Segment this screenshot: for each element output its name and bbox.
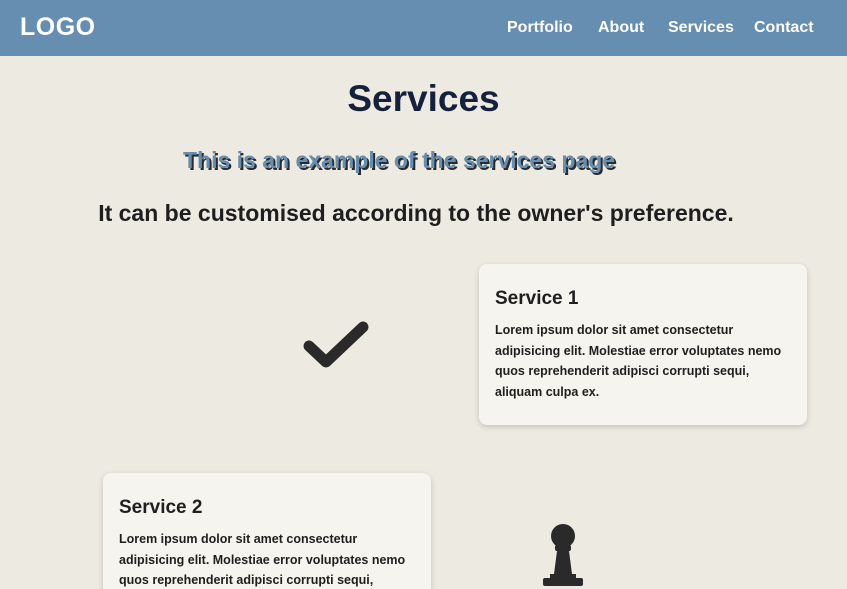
page-title: Services [347,78,500,119]
nav-link-services[interactable]: Services [668,19,734,37]
nav-link-contact[interactable]: Contact [754,19,814,37]
page-tagline: It can be customised according to the ow… [98,200,734,226]
chess-pawn-icon [541,523,585,589]
navbar: LOGO Portfolio About Services Contact [0,0,847,56]
checkmark-icon [302,318,370,377]
service-card-2: Service 2 Lorem ipsum dolor sit amet con… [103,473,431,589]
nav-link-portfolio[interactable]: Portfolio [507,19,573,37]
service-card-title: Service 2 [119,497,203,518]
service-card-title: Service 1 [495,288,579,309]
service-card-body: Lorem ipsum dolor sit amet consectetur a… [119,532,406,588]
logo[interactable]: LOGO [20,13,96,42]
page-subtitle: This is an example of the services page [183,147,616,173]
service-card-1: Service 1 Lorem ipsum dolor sit amet con… [479,264,807,425]
service-card-body: Lorem ipsum dolor sit amet consectetur a… [495,323,782,400]
nav-link-about[interactable]: About [598,19,644,37]
